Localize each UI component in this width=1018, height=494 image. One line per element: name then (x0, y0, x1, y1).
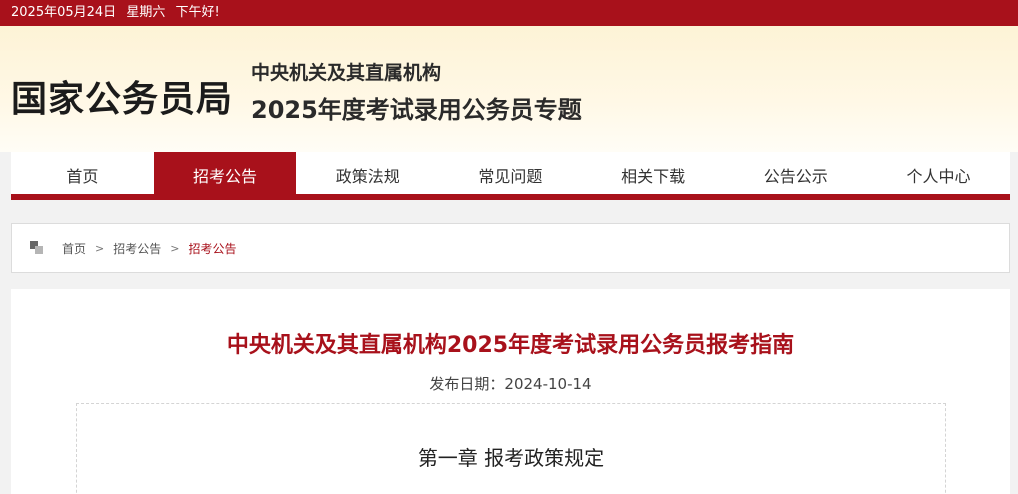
greeting: 下午好! (175, 5, 220, 20)
main-nav: 首页 招考公告 政策法规 常见问题 相关下载 公告公示 个人中心 (11, 152, 1010, 200)
chapter-heading: 第一章 报考政策规定 (417, 446, 605, 470)
breadcrumb: 首页 > 招考公告 > 招考公告 (11, 223, 1010, 273)
header-subtitle: 中央机关及其直属机构 (251, 62, 442, 84)
nav-item-downloads[interactable]: 相关下载 (582, 152, 725, 200)
location-icon (30, 241, 44, 255)
article-container: 中央机关及其直属机构2025年度考试录用公务员报考指南 发布日期：2024-10… (11, 289, 1010, 494)
breadcrumb-home[interactable]: 首页 (62, 240, 86, 257)
weekday: 星期六 (126, 5, 166, 20)
nav-item-policies[interactable]: 政策法规 (296, 152, 439, 200)
nav-item-announcements[interactable]: 公告公示 (724, 152, 867, 200)
site-logo[interactable]: 国家公务员局 (11, 70, 233, 122)
site-header: 国家公务员局 中央机关及其直属机构 2025年度考试录用公务员专题 (0, 26, 1018, 152)
breadcrumb-recruitment-notices[interactable]: 招考公告 (113, 240, 161, 257)
nav-item-home[interactable]: 首页 (11, 152, 154, 200)
top-status-bar: 2025年05月24日 星期六 下午好! (0, 0, 1018, 26)
nav-item-recruitment-notices[interactable]: 招考公告 (153, 152, 297, 200)
article-title: 中央机关及其直属机构2025年度考试录用公务员报考指南 (226, 333, 795, 358)
nav-item-faq[interactable]: 常见问题 (439, 152, 582, 200)
publish-date: 发布日期：2024-10-14 (429, 375, 592, 393)
breadcrumb-separator: > (95, 241, 105, 255)
header-topic-title: 2025年度考试录用公务员专题 (251, 96, 582, 124)
breadcrumb-separator: > (170, 241, 180, 255)
article-body: 第一章 报考政策规定 (76, 403, 946, 494)
current-date: 2025年05月24日 (11, 5, 117, 20)
nav-item-personal-center[interactable]: 个人中心 (867, 152, 1010, 200)
breadcrumb-current: 招考公告 (188, 241, 237, 256)
